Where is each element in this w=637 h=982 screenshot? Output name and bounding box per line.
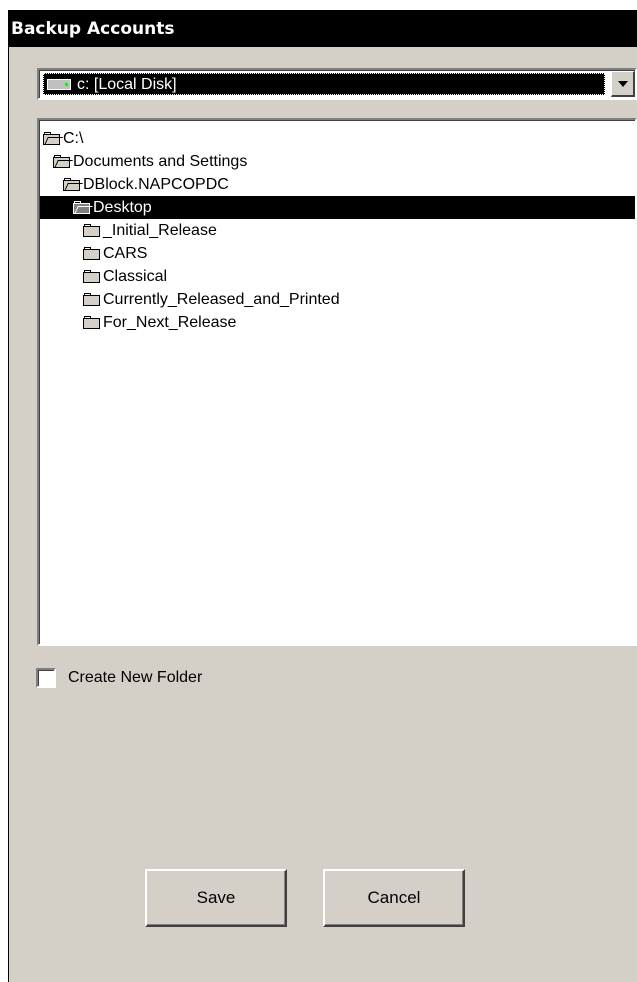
- folder-tree-item[interactable]: For_Next_Release: [40, 311, 635, 334]
- cancel-button[interactable]: Cancel: [323, 869, 465, 927]
- create-new-folder-checkbox[interactable]: [36, 668, 56, 688]
- drive-select-frame: c: [Local Disk]: [39, 70, 635, 98]
- folder-icon: [83, 316, 101, 329]
- folder-tree-item[interactable]: Desktop: [40, 196, 635, 219]
- folder-icon: [83, 293, 101, 306]
- folder-tree-item-label: C:\: [63, 130, 84, 147]
- open-folder-icon: [63, 178, 81, 191]
- create-new-folder-label[interactable]: Create New Folder: [68, 666, 202, 690]
- folder-tree-item[interactable]: Documents and Settings: [40, 150, 635, 173]
- drive-select-value: c: [Local Disk]: [77, 76, 177, 93]
- folder-tree-item-label: DBlock.NAPCOPDC: [83, 176, 229, 193]
- folder-tree-item[interactable]: Currently_Released_and_Printed: [40, 288, 635, 311]
- folder-tree-item[interactable]: Classical: [40, 265, 635, 288]
- folder-icon: [83, 224, 101, 237]
- drive-icon: [47, 79, 71, 90]
- open-folder-icon: [43, 132, 61, 145]
- folder-tree-item[interactable]: _Initial_Release: [40, 219, 635, 242]
- folder-tree-item-label: Currently_Released_and_Printed: [103, 291, 340, 308]
- folder-tree-item[interactable]: CARS: [40, 242, 635, 265]
- folder-tree-item[interactable]: C:\: [40, 127, 635, 150]
- folder-tree-item-label: Classical: [103, 268, 168, 285]
- folder-tree-item-label: For_Next_Release: [103, 314, 237, 331]
- drive-select[interactable]: c: [Local Disk]: [37, 68, 637, 100]
- backup-accounts-dialog: Backup Accounts c: [Local Disk] C:\ Docum…: [8, 10, 637, 982]
- folder-tree-item-label: Desktop: [93, 199, 152, 216]
- drive-select-value-box[interactable]: c: [Local Disk]: [43, 73, 605, 95]
- chevron-down-icon: [618, 81, 628, 87]
- folder-tree[interactable]: C:\ Documents and Settings DBlock.NAPCOPDC…: [37, 118, 637, 646]
- folder-tree-item[interactable]: DBlock.NAPCOPDC: [40, 173, 635, 196]
- folder-tree-item-label: _Initial_Release: [103, 222, 217, 239]
- save-button[interactable]: Save: [145, 869, 287, 927]
- folder-icon: [83, 270, 101, 283]
- folder-tree-item-label: CARS: [103, 245, 148, 262]
- drive-select-dropdown-button[interactable]: [611, 71, 635, 97]
- window-title: Backup Accounts: [9, 11, 637, 47]
- folder-tree-list: C:\ Documents and Settings DBlock.NAPCOPDC…: [39, 120, 635, 644]
- open-folder-icon: [73, 201, 91, 214]
- open-folder-icon: [53, 155, 71, 168]
- folder-tree-item-label: Documents and Settings: [73, 153, 248, 170]
- folder-icon: [83, 247, 101, 260]
